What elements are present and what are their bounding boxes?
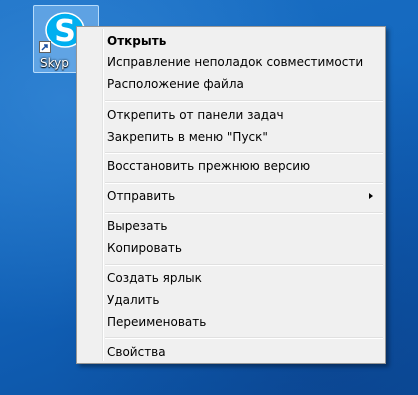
menu-separator bbox=[105, 212, 383, 214]
menu-item-delete[interactable]: Удалить bbox=[79, 289, 383, 311]
menu-item-unpin-from-taskbar[interactable]: Открепить от панели задач bbox=[79, 104, 383, 126]
menu-item-properties[interactable]: Свойства bbox=[79, 341, 383, 363]
context-menu: Открыть Исправление неполадок совместимо… bbox=[76, 26, 386, 364]
menu-item-send-to-label: Отправить bbox=[107, 189, 176, 203]
menu-item-create-shortcut[interactable]: Создать ярлык bbox=[79, 267, 383, 289]
chevron-right-icon bbox=[369, 193, 373, 199]
menu-item-restore-previous-versions[interactable]: Восстановить прежнюю версию bbox=[79, 155, 383, 177]
desktop-shortcut-label: Skyp bbox=[40, 56, 69, 70]
menu-item-rename[interactable]: Переименовать bbox=[79, 311, 383, 333]
menu-item-open-file-location[interactable]: Расположение файла bbox=[79, 73, 383, 95]
menu-separator bbox=[105, 100, 383, 102]
menu-item-troubleshoot-compatibility[interactable]: Исправление неполадок совместимости bbox=[79, 51, 383, 73]
menu-item-pin-to-start-menu[interactable]: Закрепить в меню "Пуск" bbox=[79, 126, 383, 148]
menu-separator bbox=[105, 337, 383, 339]
menu-separator bbox=[105, 152, 383, 154]
menu-separator bbox=[105, 264, 383, 266]
skype-logo-letter: S bbox=[54, 14, 76, 49]
menu-item-copy[interactable]: Копировать bbox=[79, 237, 383, 259]
menu-item-send-to[interactable]: Отправить bbox=[79, 185, 383, 207]
menu-item-open[interactable]: Открыть bbox=[79, 30, 383, 52]
shortcut-arrow-icon bbox=[39, 41, 51, 53]
menu-item-cut[interactable]: Вырезать bbox=[79, 215, 383, 237]
menu-separator bbox=[105, 182, 383, 184]
